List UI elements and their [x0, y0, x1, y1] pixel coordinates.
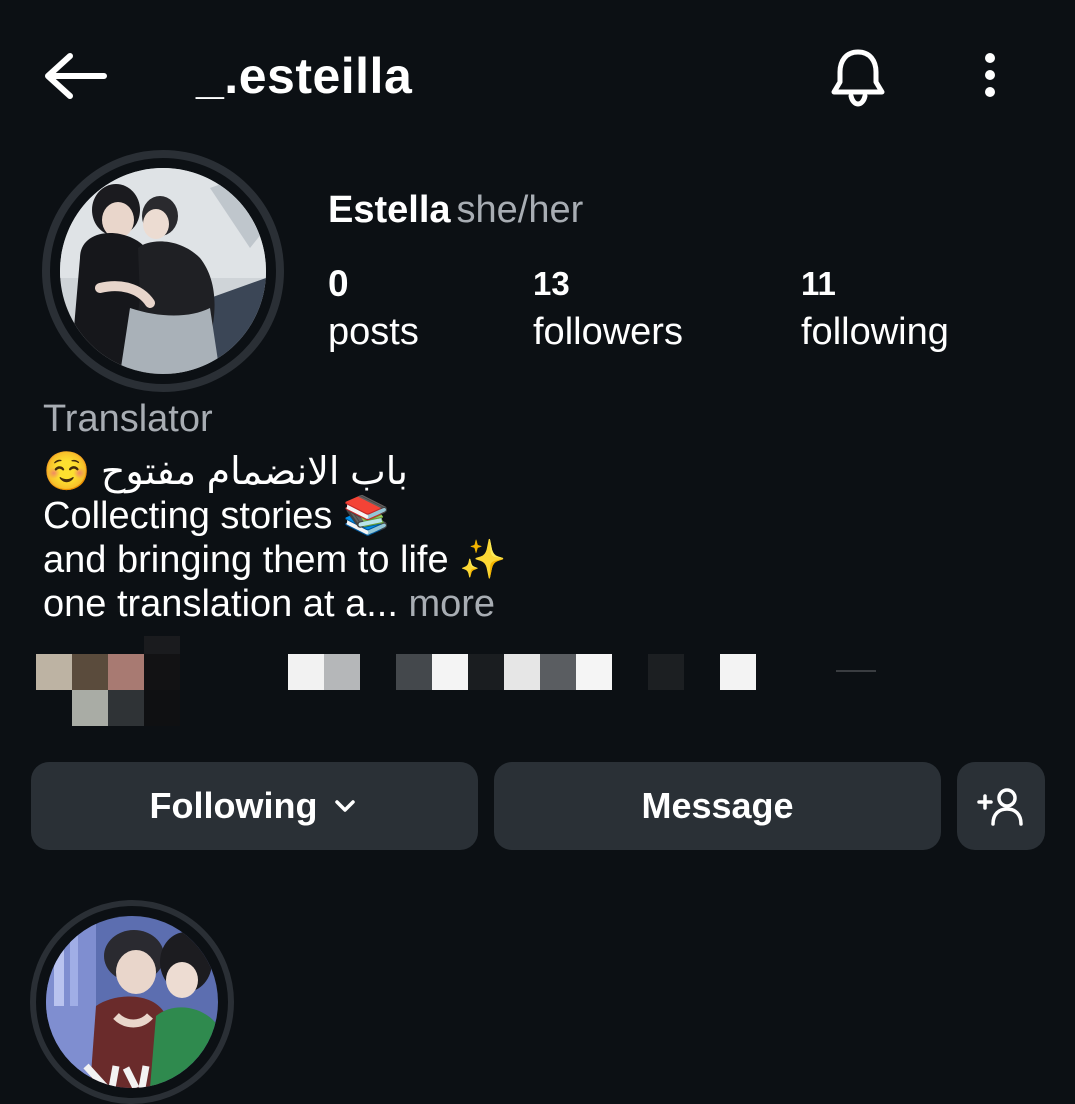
profile-username: _.esteilla — [196, 48, 413, 104]
following-button-label: Following — [149, 785, 318, 826]
more-options-button[interactable] — [968, 48, 1012, 104]
posts-stat[interactable]: 0 posts — [328, 260, 419, 356]
display-name: Estella — [328, 189, 451, 231]
message-button-label: Message — [641, 785, 794, 826]
obscured-link[interactable] — [36, 636, 886, 726]
add-person-icon — [977, 788, 1023, 826]
highlight-image — [46, 916, 218, 1088]
chevron-down-icon — [335, 800, 356, 812]
bio: ☺️ باب الانضمام مفتوح Collecting stories… — [43, 450, 743, 626]
following-stat[interactable]: 11 following — [801, 260, 949, 356]
arrow-left-icon — [45, 53, 107, 99]
following-label: following — [801, 311, 949, 353]
followers-label: followers — [533, 311, 683, 353]
followers-count: 13 — [533, 265, 570, 302]
bio-more-link[interactable]: more — [408, 583, 495, 625]
bio-line-1: ☺️ باب الانضمام مفتوح — [43, 451, 408, 493]
following-count: 11 — [801, 265, 836, 302]
following-button[interactable]: Following — [31, 762, 478, 850]
posts-count: 0 — [328, 263, 349, 304]
back-button[interactable] — [40, 48, 110, 104]
story-highlight[interactable] — [46, 916, 218, 1088]
bio-line-3: and bringing them to life ✨ — [43, 539, 507, 581]
bell-icon — [831, 49, 885, 107]
display-name-row: Estella she/her — [328, 186, 583, 234]
notifications-button[interactable] — [826, 44, 890, 108]
bio-line-4-text: one translation at a... — [43, 583, 398, 625]
vertical-dots-icon — [985, 53, 995, 97]
bio-line-4: one translation at a... more — [43, 582, 743, 626]
suggested-users-button[interactable] — [957, 762, 1045, 850]
posts-label: posts — [328, 311, 419, 353]
followers-stat[interactable]: 13 followers — [533, 260, 683, 356]
message-button[interactable]: Message — [494, 762, 941, 850]
bio-line-2: Collecting stories 📚 — [43, 495, 391, 537]
pronouns: she/her — [456, 189, 584, 231]
avatar[interactable] — [60, 168, 266, 374]
profile-category: Translator — [43, 398, 213, 440]
avatar-image — [60, 168, 266, 374]
